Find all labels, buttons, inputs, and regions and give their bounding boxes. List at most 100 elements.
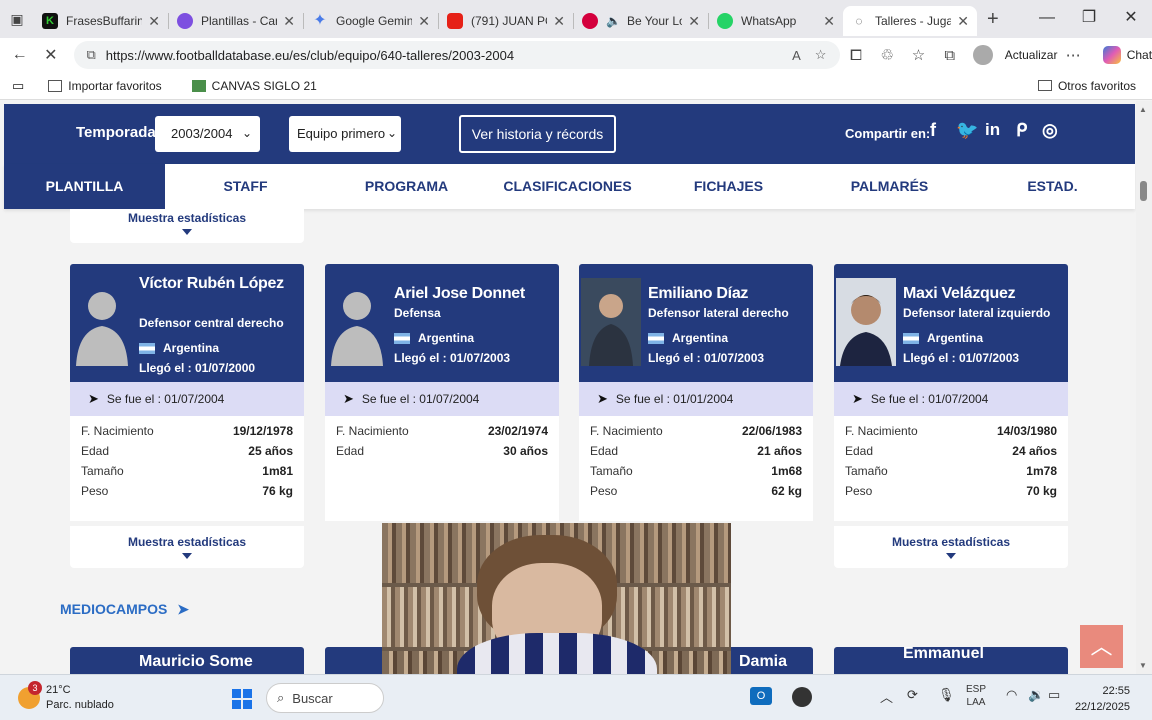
lang-code: ESP <box>966 684 987 695</box>
back-icon[interactable]: ← <box>4 46 35 64</box>
show-hidden-icons[interactable]: ︿ <box>880 687 893 706</box>
url-bar[interactable]: ⧉ https://www.footballdatabase.eu/es/clu… <box>74 41 841 69</box>
tab-staff[interactable]: STAFF <box>165 164 326 209</box>
twitter-icon[interactable]: 🐦 <box>956 120 978 141</box>
tab-programa[interactable]: PROGRAMA <box>326 164 487 209</box>
browser-tab[interactable]: K FrasesBuffarini St ✕ <box>34 6 168 36</box>
sync-icon[interactable]: ⟳ <box>907 687 918 703</box>
extensions-icon[interactable]: ⧠ <box>840 47 871 64</box>
caret-down-icon <box>946 553 956 559</box>
speaker-icon[interactable]: 🔈 <box>606 14 621 28</box>
new-tab-icon[interactable]: + <box>987 8 999 31</box>
tab-clasificaciones[interactable]: CLASIFICACIONES <box>487 164 648 209</box>
battery-icon[interactable]: ▭ <box>1048 687 1060 703</box>
player-card-partial[interactable]: Emmanuel <box>834 645 1068 674</box>
show-stats-label: Muestra estadísticas <box>891 535 1011 549</box>
language-indicator[interactable]: ESP LAA <box>966 683 986 709</box>
close-tab-icon[interactable]: ✕ <box>148 13 160 30</box>
player-name[interactable]: Ariel Jose Donnet <box>394 284 525 303</box>
minimize-icon[interactable]: — <box>1026 0 1068 36</box>
microphone-icon[interactable]: 🎙 <box>938 687 955 703</box>
player-name[interactable]: Víctor Rubén López <box>139 274 299 293</box>
scroll-to-top-button[interactable]: ︿ <box>1080 625 1123 668</box>
browser-tab[interactable]: Plantillas - Canva ✕ <box>169 6 303 36</box>
tab-plantilla[interactable]: PLANTILLA <box>4 164 165 209</box>
club-toolbar: Temporada 2003/2004 ⌄ Equipo primero ⌄ Ver… <box>4 104 1135 164</box>
collections-icon[interactable]: ⧉ <box>934 47 965 64</box>
player-card-partial[interactable]: Mauricio Some <box>70 647 304 674</box>
tab-actions-icon[interactable]: ▣ <box>0 11 34 28</box>
show-stats-button[interactable]: Muestra estadísticas <box>834 526 1068 568</box>
favorites-icon[interactable]: ☆ <box>903 46 934 64</box>
weather-temp: 21°C <box>46 684 71 696</box>
favorite-label: Importar favoritos <box>68 78 162 93</box>
site-info-icon[interactable]: ⧉ <box>86 47 95 63</box>
app-icon[interactable] <box>792 687 812 707</box>
scroll-up-icon[interactable]: ▲ <box>1139 105 1147 114</box>
facebook-icon[interactable]: f <box>930 120 936 141</box>
caret-down-icon <box>182 229 192 235</box>
browser-tab[interactable]: 🔈 Be Your Love ✕ <box>574 6 708 36</box>
tab-fichajes[interactable]: FICHAJES <box>648 164 809 209</box>
browser-tab-active[interactable]: ◌ Talleres - Jugado ✕ <box>843 6 977 36</box>
favorite-import[interactable]: Importar favoritos <box>48 78 162 93</box>
taskbar-search[interactable]: ⌕ Buscar <box>266 683 384 713</box>
page-scrollbar[interactable]: ▲ ▼ <box>1136 101 1152 674</box>
player-name[interactable]: Emiliano Díaz <box>648 284 748 303</box>
copilot-chat-button[interactable]: Chat <box>1102 46 1152 64</box>
history-button[interactable]: Ver historia y récords <box>459 115 616 153</box>
close-tab-icon[interactable]: ✕ <box>957 13 969 30</box>
player-card-header[interactable]: Emiliano Díaz Defensor lateral derecho A… <box>579 264 813 382</box>
player-card-header[interactable]: Maxi Velázquez Defensor lateral izquierd… <box>834 264 1068 382</box>
browser-tab[interactable]: ✦ Google Gemini ✕ <box>304 6 438 36</box>
scroll-down-icon[interactable]: ▼ <box>1139 661 1147 670</box>
restore-icon[interactable]: ❐ <box>1068 0 1110 36</box>
update-button[interactable]: Actualizar <box>1005 48 1058 62</box>
tab-title: Talleres - Jugado <box>875 14 952 28</box>
linkedin-icon[interactable]: in <box>985 120 1000 140</box>
wifi-icon[interactable]: ◠ <box>1006 687 1017 703</box>
tab-title: (791) JUAN PORT <box>471 14 547 28</box>
player-card-header[interactable]: Víctor Rubén López Defensor central dere… <box>70 264 304 382</box>
whatsapp-share-icon[interactable]: ◎ <box>1042 120 1058 141</box>
player-details: F. Nacimiento 22/06/1983 Edad 21 años Tama… <box>579 416 813 521</box>
player-weight: 70 kg <box>1026 484 1057 498</box>
tab-estadisticas[interactable]: ESTAD. <box>970 164 1135 209</box>
stop-loading-icon[interactable]: ✕ <box>35 45 66 65</box>
player-departure: Se fue el : 01/01/2004 <box>615 392 734 406</box>
close-tab-icon[interactable]: ✕ <box>553 13 565 30</box>
season-select[interactable]: 2003/2004 ⌄ <box>155 116 260 152</box>
favorite-canvas[interactable]: CANVAS SIGLO 21 <box>191 79 317 93</box>
section-heading-midfielders[interactable]: MEDIOCAMPOS ➤ <box>60 601 189 618</box>
browser-essentials-icon[interactable]: ♲ <box>872 46 903 64</box>
browser-tab[interactable]: (791) JUAN PORT ✕ <box>439 6 573 36</box>
close-window-icon[interactable]: ✕ <box>1110 0 1152 36</box>
scrollbar-thumb[interactable] <box>1140 181 1147 201</box>
read-aloud-icon[interactable]: A <box>792 48 801 63</box>
close-tab-icon[interactable]: ✕ <box>283 13 295 30</box>
tab-palmares[interactable]: PALMARÉS <box>809 164 970 209</box>
more-menu-icon[interactable]: ⋯ <box>1057 46 1088 64</box>
other-favorites[interactable]: Otros favoritos <box>1037 79 1136 93</box>
close-tab-icon[interactable]: ✕ <box>688 13 700 30</box>
pinterest-icon[interactable]: ᑭ <box>1016 120 1027 141</box>
tab-view-icon[interactable]: ▭ <box>12 78 24 94</box>
close-tab-icon[interactable]: ✕ <box>823 13 835 30</box>
player-age: 21 años <box>757 444 802 458</box>
show-stats-button[interactable]: Muestra estadísticas <box>70 209 304 243</box>
browser-tab[interactable]: WhatsApp ✕ <box>709 6 843 36</box>
detail-label: Peso <box>81 484 109 498</box>
player-country: Argentina <box>672 331 729 345</box>
team-select[interactable]: Equipo primero ⌄ <box>289 116 401 152</box>
weather-widget[interactable]: 3 21°C Parc. nublado <box>18 681 114 713</box>
favorite-star-icon[interactable]: ☆ <box>815 47 827 63</box>
system-clock[interactable]: 22:55 22/12/2025 <box>1075 683 1130 715</box>
profile-avatar[interactable] <box>973 45 993 65</box>
windows-start-icon[interactable] <box>232 689 252 709</box>
player-name[interactable]: Maxi Velázquez <box>903 284 1016 303</box>
show-stats-button[interactable]: Muestra estadísticas <box>70 526 304 568</box>
outlook-icon[interactable]: O <box>750 687 772 705</box>
volume-icon[interactable]: 🔉 <box>1028 687 1044 703</box>
player-card-header[interactable]: Ariel Jose Donnet Defensa Argentina Lleg… <box>325 264 559 382</box>
close-tab-icon[interactable]: ✕ <box>418 13 430 30</box>
